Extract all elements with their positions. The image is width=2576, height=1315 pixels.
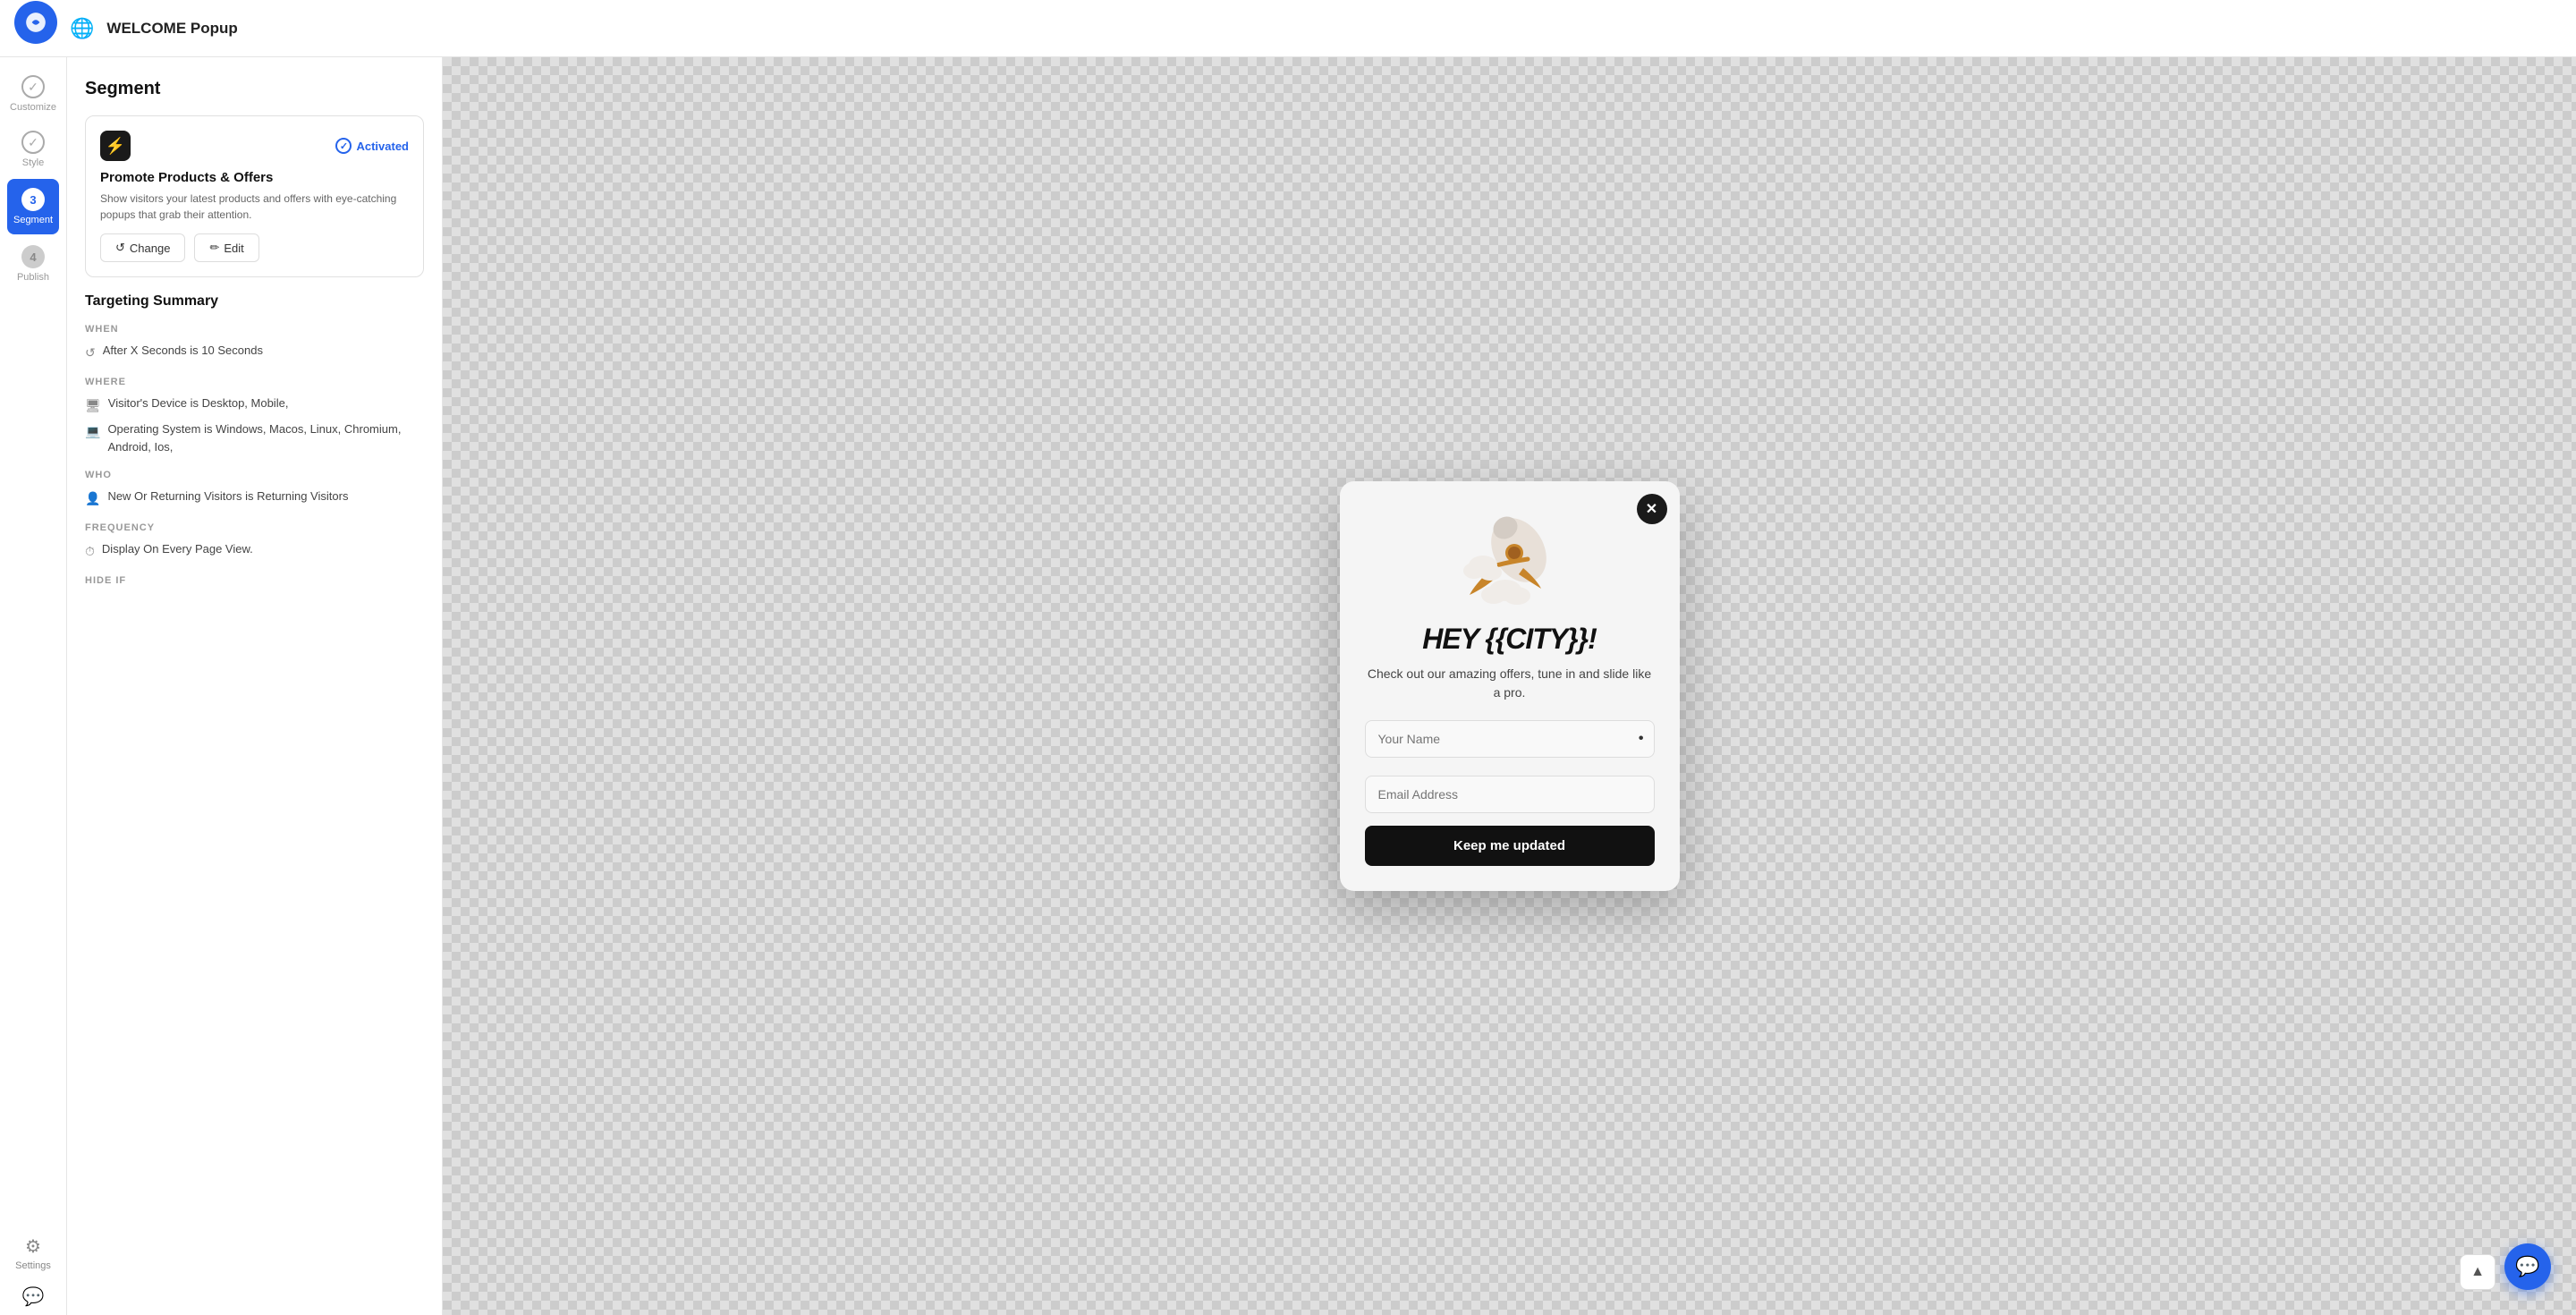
sidebar-item-style[interactable]: ✓ Style [0, 122, 66, 177]
goal-actions: ↺ Change ✏ Edit [100, 233, 409, 262]
sidebar-item-label-style: Style [22, 157, 44, 168]
goal-title: Promote Products & Offers [100, 170, 409, 185]
sidebar-item-label-segment: Segment [13, 215, 53, 225]
change-label: Change [130, 242, 171, 255]
targeting-device-item: 🖥 Visitor's Device is Desktop, Mobile, [85, 394, 424, 415]
activated-label: Activated [356, 140, 409, 153]
publish-step-num: 4 [21, 245, 45, 268]
sidebar-item-customize[interactable]: ✓ Customize [0, 66, 66, 122]
topbar-title: WELCOME Popup [106, 20, 237, 38]
lightning-icon: ⚡ [106, 137, 125, 156]
edit-icon: ✏ [209, 241, 219, 255]
activated-check-icon: ✓ [335, 138, 352, 154]
os-text: Operating System is Windows, Macos, Linu… [107, 420, 424, 455]
popup-subtext: Check out our amazing offers, tune in an… [1365, 665, 1655, 702]
frequency-icon: ⏱ [85, 542, 95, 561]
chevron-up-icon: ▲ [2470, 1264, 2485, 1280]
frequency-label: FREQUENCY [85, 522, 424, 533]
customize-check-icon: ✓ [21, 75, 45, 98]
change-icon: ↺ [115, 241, 125, 255]
email-input[interactable] [1365, 776, 1655, 813]
segment-panel: Segment ⚡ ✓ Activated Promote Products &… [67, 57, 443, 1315]
device-icon: 🖥 [85, 396, 101, 415]
scroll-up-button[interactable]: ▲ [2460, 1254, 2496, 1290]
name-input-wrapper: • [1365, 720, 1655, 767]
sidebar-item-segment[interactable]: 3 Segment [7, 179, 59, 234]
targeting-summary: Targeting Summary WHEN ↺ After X Seconds… [85, 293, 424, 586]
segment-step-num: 3 [21, 188, 45, 211]
topbar: 🌐 WELCOME Popup [0, 0, 2576, 57]
targeting-os-item: 💻 Operating System is Windows, Macos, Li… [85, 420, 424, 455]
popup-modal: ✕ [1340, 481, 1680, 891]
sidebar: ✓ Customize ✓ Style 3 Segment 4 Publish … [0, 57, 67, 1315]
chat-icon: 💬 [22, 1285, 45, 1308]
submit-label: Keep me updated [1453, 838, 1565, 853]
preview-area: ✕ [443, 57, 2576, 1315]
where-label: WHERE [85, 377, 424, 387]
segment-title: Segment [85, 79, 424, 99]
sidebar-item-chat[interactable]: 💬 [19, 1278, 48, 1315]
globe-icon: 🌐 [70, 17, 94, 40]
who-label: WHO [85, 470, 424, 480]
sidebar-item-settings[interactable]: ⚙ Settings [12, 1228, 55, 1278]
when-icon: ↺ [85, 344, 96, 362]
visitors-text: New Or Returning Visitors is Returning V… [107, 488, 348, 505]
sidebar-settings-label: Settings [15, 1260, 51, 1271]
device-text: Visitor's Device is Desktop, Mobile, [108, 394, 289, 412]
goal-description: Show visitors your latest products and o… [100, 191, 409, 223]
name-input[interactable] [1365, 720, 1655, 758]
goal-card: ⚡ ✓ Activated Promote Products & Offers … [85, 115, 424, 277]
when-label: WHEN [85, 324, 424, 335]
sidebar-item-publish[interactable]: 4 Publish [0, 236, 66, 292]
chat-fab-icon: 💬 [2515, 1255, 2539, 1278]
edit-button[interactable]: ✏ Edit [194, 233, 258, 262]
os-icon: 💻 [85, 422, 100, 441]
popup-close-button[interactable]: ✕ [1637, 494, 1667, 524]
sidebar-item-label-publish: Publish [17, 272, 49, 283]
required-indicator: • [1639, 731, 1644, 747]
sidebar-item-label-customize: Customize [10, 102, 56, 113]
hide-if-label: HIDE IF [85, 575, 424, 586]
activated-badge: ✓ Activated [335, 138, 409, 154]
app-logo[interactable] [14, 1, 57, 44]
targeting-visitors-item: 👤 New Or Returning Visitors is Returning… [85, 488, 424, 508]
settings-icon: ⚙ [25, 1235, 41, 1258]
edit-label: Edit [224, 242, 243, 255]
when-text: After X Seconds is 10 Seconds [103, 342, 263, 360]
popup-heading: HEY {{CITY}}! [1422, 623, 1596, 656]
targeting-title: Targeting Summary [85, 293, 424, 310]
change-button[interactable]: ↺ Change [100, 233, 185, 262]
close-icon: ✕ [1646, 500, 1657, 518]
visitor-icon: 👤 [85, 489, 100, 508]
popup-rocket-image [1456, 510, 1563, 608]
frequency-text: Display On Every Page View. [102, 540, 253, 558]
chat-fab-button[interactable]: 💬 [2504, 1243, 2551, 1290]
targeting-frequency-item: ⏱ Display On Every Page View. [85, 540, 424, 561]
submit-button[interactable]: Keep me updated [1365, 826, 1655, 866]
targeting-when-item: ↺ After X Seconds is 10 Seconds [85, 342, 424, 362]
style-check-icon: ✓ [21, 131, 45, 154]
goal-icon: ⚡ [100, 131, 131, 161]
